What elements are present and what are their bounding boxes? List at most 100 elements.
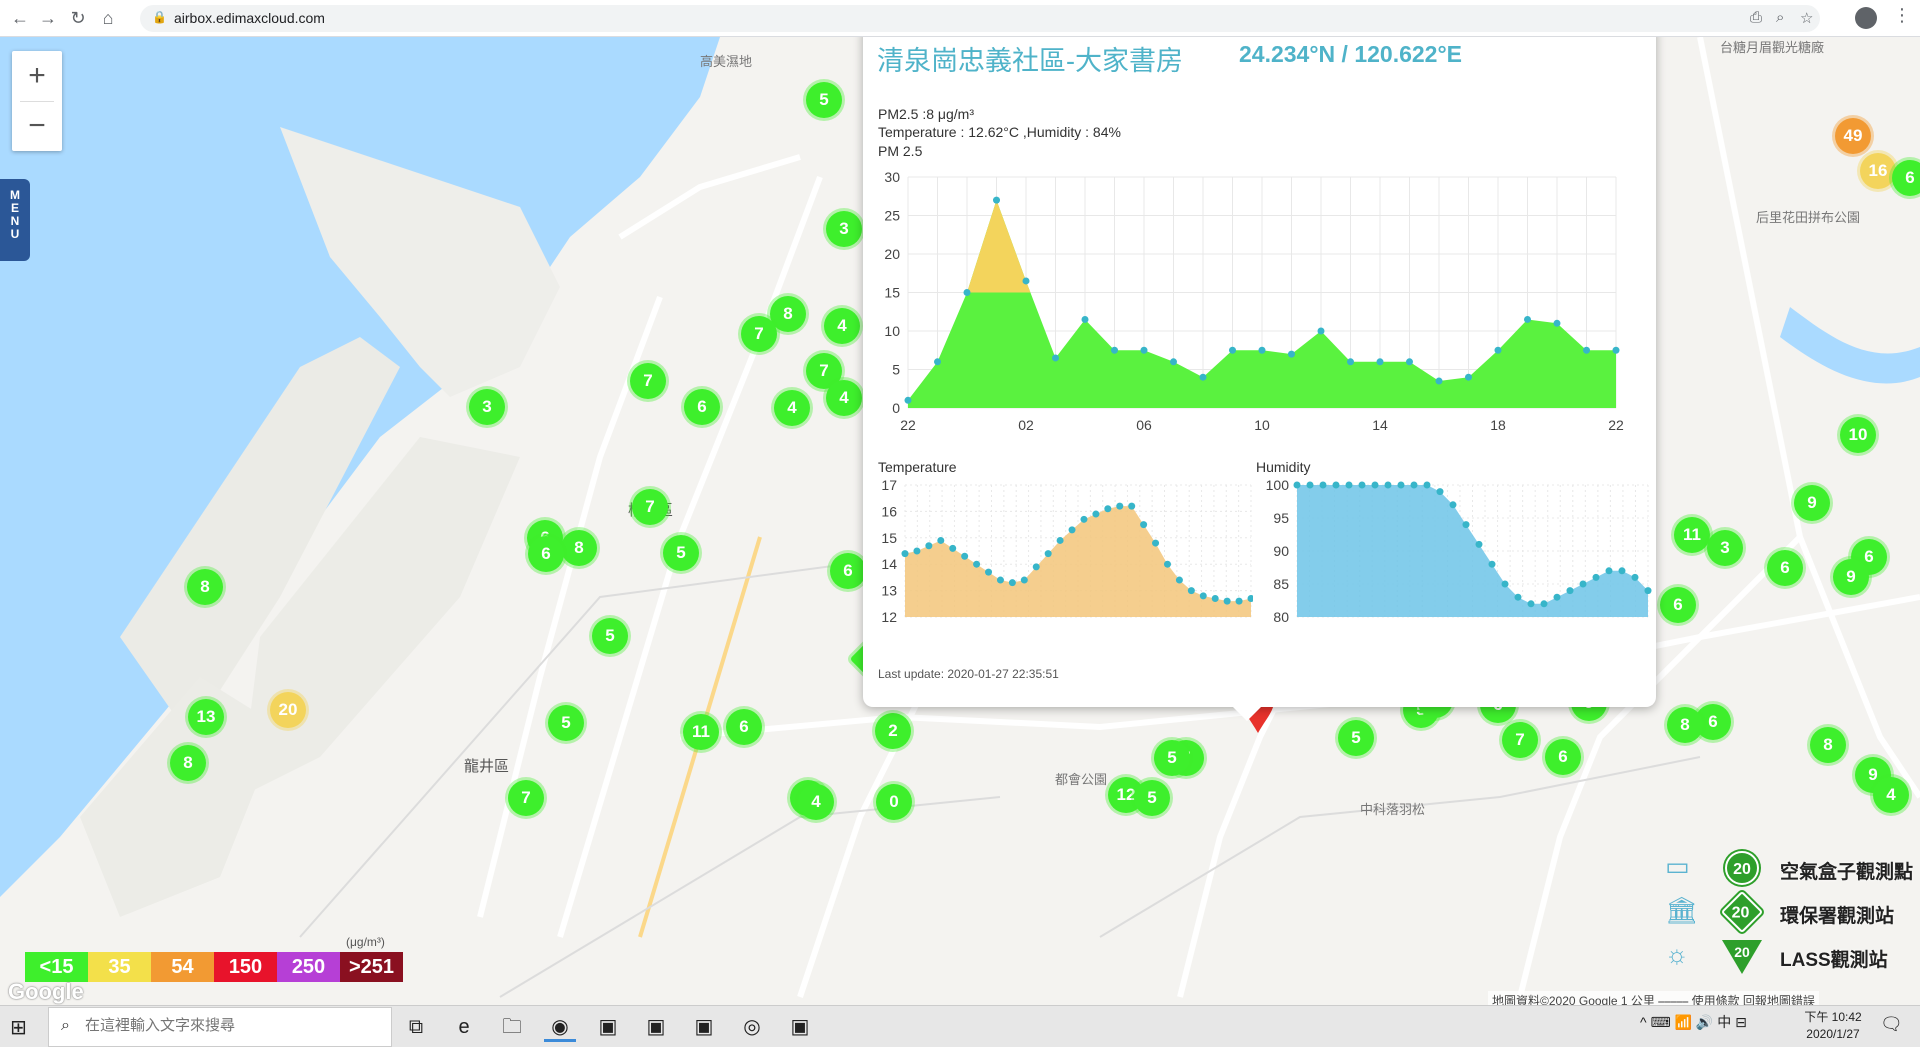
data-point [913,547,921,555]
sensor-marker[interactable]: 7 [632,489,668,525]
data-point [1553,319,1561,327]
taskbar-search-input[interactable] [85,1017,385,1034]
sensor-marker[interactable]: 8 [170,745,206,781]
sensor-marker[interactable]: 6 [830,553,866,589]
edge-icon[interactable]: e [448,1012,480,1042]
notification-icon[interactable]: 🗨 [1880,1014,1903,1035]
zoom-icon[interactable]: ⌕ [1776,9,1784,26]
url-text[interactable]: airbox.edimaxcloud.com [174,10,325,26]
clock-date: 2020/1/27 [1806,1027,1860,1041]
data-point [1475,540,1483,548]
home-icon[interactable]: ⌂ [96,6,120,30]
sensor-marker[interactable]: 7 [1502,722,1538,758]
menu-tab-button[interactable]: MENU [0,179,30,261]
data-point [1152,539,1160,547]
menu-icon[interactable]: ⋮ [1893,5,1911,26]
clock[interactable]: 下午 10:42 2020/1/27 [1798,1009,1868,1043]
data-point [934,358,941,366]
data-point [1170,358,1177,366]
browser-toolbar: ← → ↻ ⌂ 🔒 airbox.edimaxcloud.com ⎙ ⌕ ☆ ⋮ [0,0,1920,37]
data-point [1566,587,1574,595]
app-icon[interactable]: ▣ [784,1012,816,1042]
sensor-marker[interactable]: 5 [592,618,628,654]
sensor-marker[interactable]: 6 [1545,739,1581,775]
app-icon[interactable]: ▣ [592,1012,624,1042]
sensor-marker[interactable]: 4 [1873,777,1909,813]
app-icon[interactable]: ▣ [640,1012,672,1042]
reload-icon[interactable]: ↻ [66,6,90,30]
aqi-legend: <15 35 54 150 250 >251 [25,952,403,982]
zoom-in-button[interactable]: + [12,51,62,101]
data-point [1332,481,1340,489]
sensor-marker[interactable]: 49 [1835,118,1871,154]
sensor-marker[interactable]: 8 [187,569,223,605]
back-icon[interactable]: ← [8,6,32,30]
sensor-marker[interactable]: 6 [1660,587,1696,623]
sensor-marker[interactable]: 5 [1338,720,1374,756]
sensor-marker[interactable]: 5 [663,535,699,571]
sensor-marker[interactable]: 3 [1707,530,1743,566]
sensor-marker[interactable]: 6 [684,389,720,425]
temp-humidity-reading: Temperature : 12.62°C ,Humidity : 84% [878,124,1121,140]
sensor-marker[interactable]: 6 [1892,160,1920,196]
sensor-marker[interactable]: 9 [1794,485,1830,521]
aqi-legend-item: 250 [277,952,340,982]
sensor-marker[interactable]: 7 [741,316,777,352]
app-icon[interactable]: ▣ [688,1012,720,1042]
sensor-marker[interactable]: 8 [1667,707,1703,743]
sensor-marker[interactable]: 7 [630,363,666,399]
sensor-marker[interactable]: 10 [1840,417,1876,453]
sensor-marker[interactable]: 5 [548,705,584,741]
profile-icon[interactable] [1855,7,1877,29]
blender-icon[interactable]: ◎ [736,1012,768,1042]
sensor-marker[interactable]: 5 [1154,740,1190,776]
data-point [1052,354,1059,362]
data-point [1111,346,1118,354]
data-point [1140,346,1148,354]
data-point [1092,510,1100,518]
sensor-marker[interactable]: 11 [1674,517,1710,553]
sensor-marker[interactable]: 5 [806,82,842,118]
sensor-marker[interactable]: 6 [1767,550,1803,586]
sensor-marker[interactable]: 4 [798,784,834,820]
sensor-marker[interactable]: 4 [774,390,810,426]
chrome-icon[interactable]: ◉ [544,1012,576,1042]
sensor-marker[interactable]: 11 [683,714,719,750]
zoom-controls: + − [12,51,62,151]
sensor-marker[interactable]: 4 [824,308,860,344]
sensor-marker[interactable]: 20 [270,692,306,728]
data-point [1644,587,1652,595]
sensor-marker[interactable]: 16 [1860,153,1896,189]
task-view-icon[interactable]: ⧉ [400,1012,432,1042]
system-tray[interactable]: ^ ⌨ 📶 🔊 中 ⊟ [1640,1012,1747,1032]
zoom-out-button[interactable]: − [12,101,62,151]
data-point [993,196,1000,204]
sensor-marker[interactable]: 0 [876,784,912,820]
taskbar-search[interactable]: ⌕ [48,1007,392,1047]
sensor-marker[interactable]: 2 [875,713,911,749]
map-attribution[interactable]: 地圖資料©2020 Google 1 公里 ⎯⎯⎯⎯⎯ 使用條款 回報地圖錯誤 [1488,991,1819,1005]
sensor-marker[interactable]: 6 [726,709,762,745]
sensor-marker[interactable]: 5 [1134,780,1170,816]
humidity-chart: 80 85 90 95 100 [1266,477,1652,625]
data-point [1235,597,1243,605]
windows-start-icon[interactable]: ⊞ [10,1015,27,1040]
map-canvas[interactable]: 高美濕地梧棲區沙鹿區龍井區九天黑森林沙鹿夢想街都會公園中科落羽松台糖月眉觀光糖廠… [0,37,1920,1005]
translate-icon[interactable]: ⎙ [1750,9,1762,26]
sensor-marker[interactable]: 7 [508,780,544,816]
file-explorer-icon[interactable]: 🗀 [496,1012,528,1042]
sensor-marker[interactable]: 9 [1833,559,1869,595]
star-icon[interactable]: ☆ [1800,9,1813,27]
address-bar[interactable]: 🔒 airbox.edimaxcloud.com ⎙ ⌕ ☆ [140,5,1820,32]
sensor-marker[interactable]: 4 [826,380,862,416]
forward-icon[interactable]: → [36,6,60,30]
sensor-marker[interactable]: 3 [826,211,862,247]
sensor-marker[interactable]: 8 [1810,727,1846,763]
taskbar: ⊞ ⌕ ⧉ e 🗀 ◉ ▣ ▣ ▣ ◎ ▣ ^ ⌨ 📶 🔊 中 ⊟ 下午 10:42 2020/… [0,1005,1920,1047]
data-point [1116,502,1124,510]
sensor-marker[interactable]: 6 [528,536,564,572]
sensor-marker[interactable]: 3 [469,389,505,425]
y-tick-label: 80 [1273,609,1289,625]
sensor-marker[interactable]: 13 [188,699,224,735]
sensor-marker[interactable]: 8 [561,530,597,566]
